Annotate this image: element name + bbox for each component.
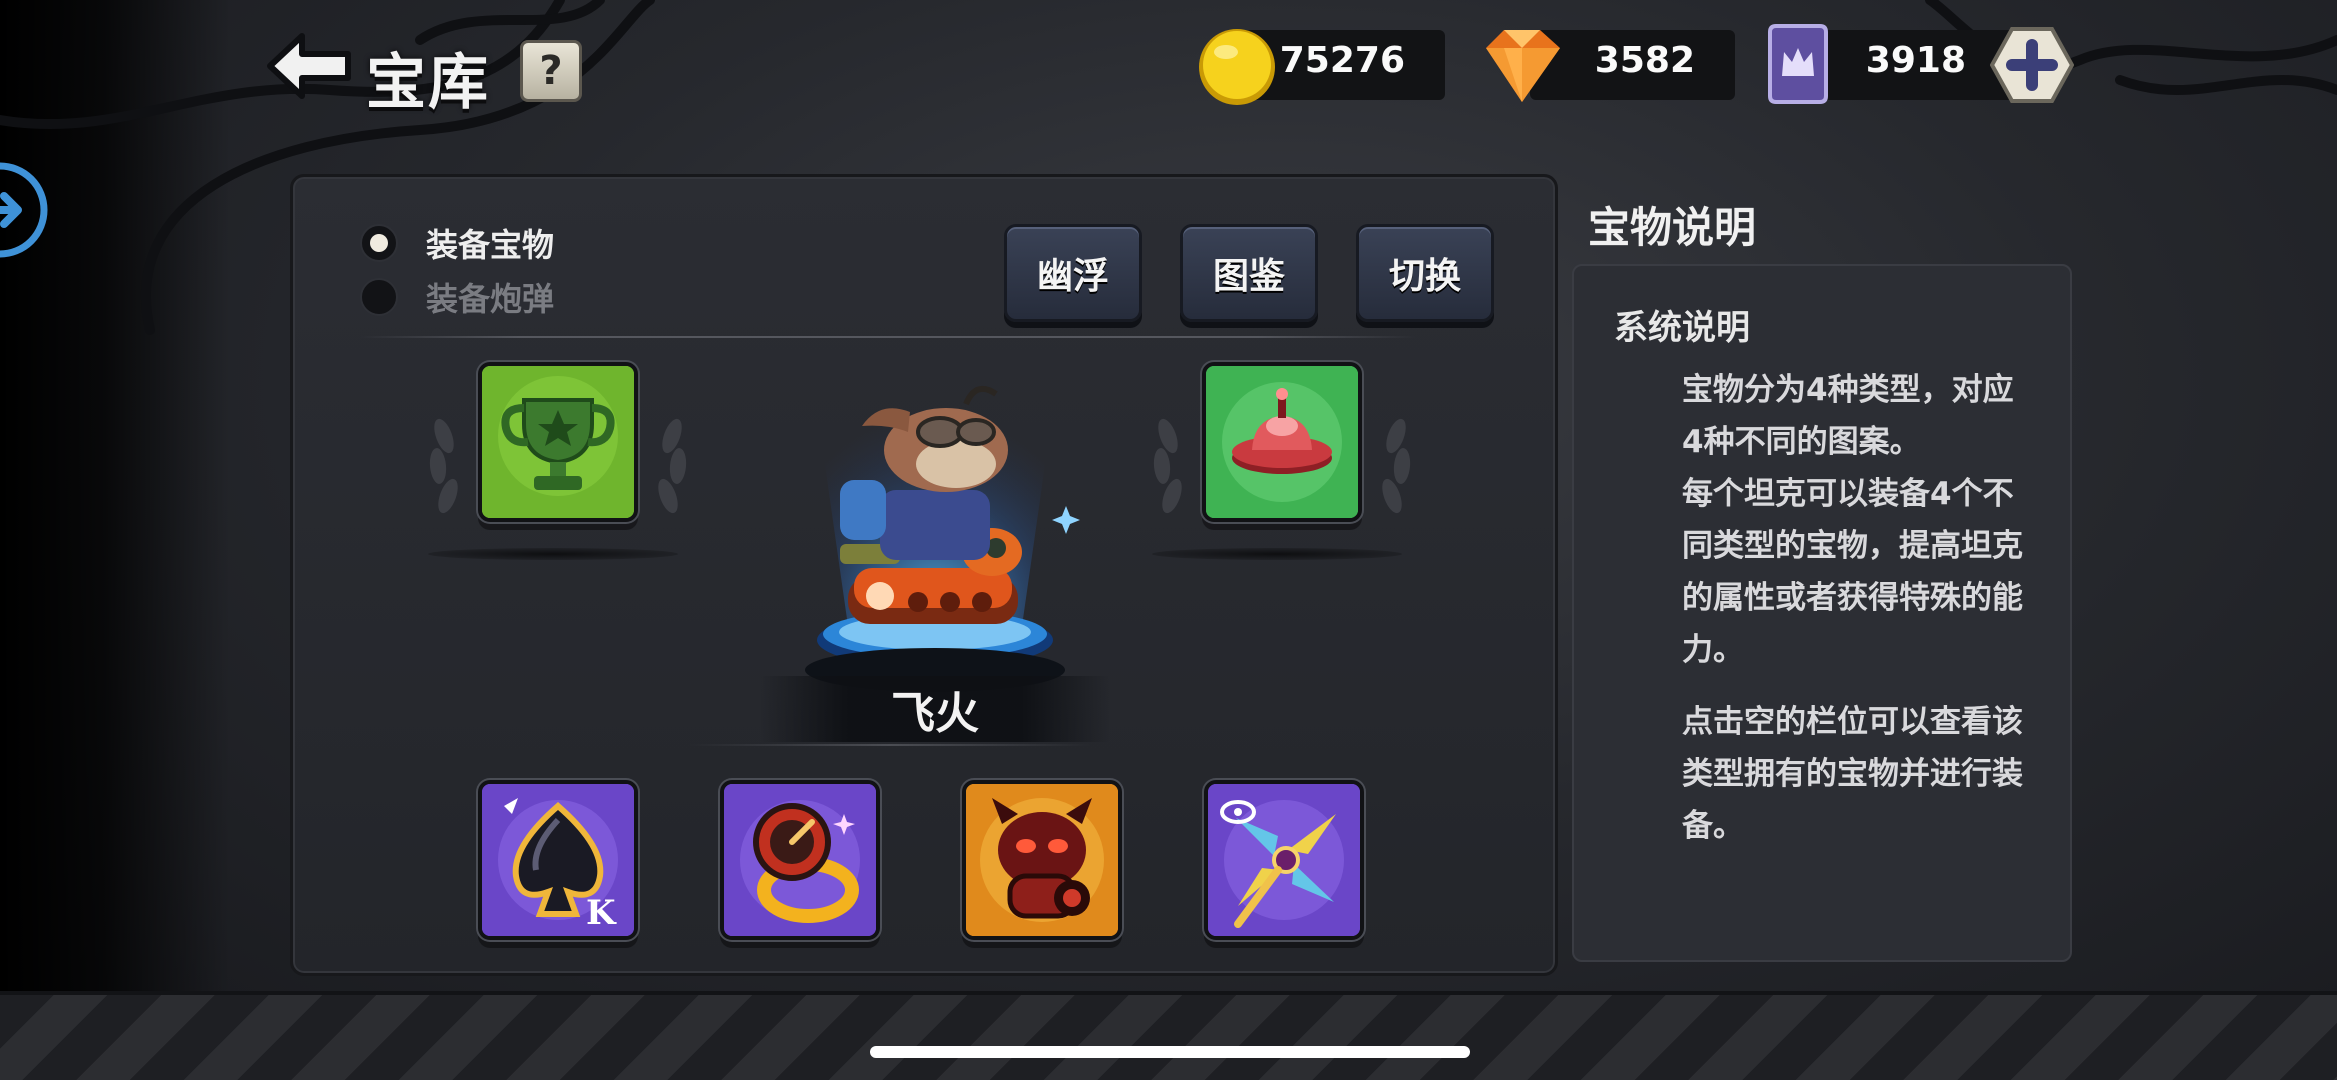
tank-name: 飞火	[760, 676, 1110, 742]
ring-icon	[724, 784, 876, 936]
gold-coin-icon	[1199, 29, 1275, 105]
switch-button[interactable]: 切换	[1356, 224, 1494, 322]
back-arrow-icon[interactable]	[262, 30, 354, 102]
name-divider	[690, 744, 1090, 746]
equip-shell-option[interactable]: 装备炮弹	[360, 274, 554, 320]
info-paragraph: 宝物分为4种类型，对应4种不同的图案。	[1682, 372, 2014, 460]
pinwheel-icon	[1208, 784, 1360, 936]
treasure-slot-demon[interactable]	[962, 780, 1122, 940]
demon-cannon-icon	[966, 784, 1118, 936]
add-currency-button[interactable]	[1990, 25, 2074, 105]
help-button[interactable]: ?	[520, 40, 582, 102]
gold-value: 75276	[1279, 40, 1405, 81]
radio-selected[interactable]	[360, 224, 398, 262]
treasure-slot-pinwheel[interactable]	[1204, 780, 1364, 940]
info-paragraph: 点击空的栏位可以查看该类型拥有的宝物并进行装备。	[1682, 704, 2023, 844]
purple-crown-token-icon	[1768, 24, 1828, 104]
equip-shell-label: 装备炮弹	[426, 280, 555, 318]
info-title: 宝物说明	[1588, 203, 1757, 252]
tank-character-display	[805, 360, 1080, 692]
info-description: 宝物分为4种类型，对应4种不同的图案。 每个坦克可以装备4个不同类型的宝物，提高…	[1614, 364, 2034, 852]
svg-text:K: K	[586, 893, 617, 933]
panel-divider	[360, 336, 1416, 338]
equip-treasure-option[interactable]: 装备宝物	[360, 220, 554, 266]
side-expand-arrow-icon[interactable]	[0, 160, 52, 260]
info-paragraph: 每个坦克可以装备4个不同类型的宝物，提高坦克的属性或者获得特殊的能力。	[1682, 476, 2023, 668]
codex-button[interactable]: 图鉴	[1180, 224, 1318, 322]
page-title: 宝库	[366, 48, 490, 118]
treasure-slot-ufo[interactable]	[1202, 362, 1362, 522]
orange-gem-icon	[1486, 30, 1560, 102]
gem-value: 3582	[1594, 40, 1695, 81]
treasure-slot-ring[interactable]	[720, 780, 880, 940]
ufo-icon	[1206, 366, 1358, 518]
slot-shadow	[428, 548, 678, 560]
token-value: 3918	[1865, 40, 1966, 81]
treasure-slot-spade[interactable]: K	[478, 780, 638, 940]
radio-unselected[interactable]	[360, 278, 398, 316]
trophy-icon	[482, 366, 634, 518]
equip-treasure-label: 装备宝物	[426, 226, 555, 264]
info-subtitle: 系统说明	[1614, 308, 1750, 348]
spade-card-icon: K	[482, 784, 634, 936]
hazard-stripe-footer	[0, 991, 2337, 1080]
treasure-slot-trophy[interactable]	[478, 362, 638, 522]
home-indicator[interactable]	[870, 1046, 1470, 1058]
slot-shadow	[1152, 548, 1402, 560]
float-button[interactable]: 幽浮	[1004, 224, 1142, 322]
